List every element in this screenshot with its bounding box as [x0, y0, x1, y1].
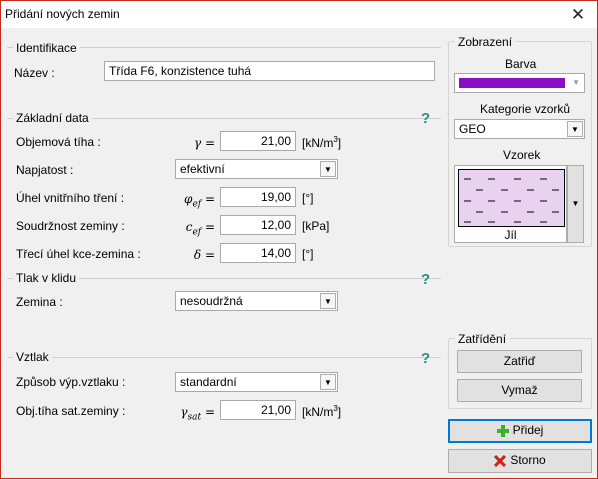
saturated-weight-unit: [kN/m3] [302, 404, 342, 419]
chevron-down-icon[interactable]: ▼ [320, 293, 336, 309]
stress-select[interactable]: efektivní ▼ [175, 159, 338, 179]
cohesion-label: Soudržnost zeminy : [16, 219, 125, 233]
unit-weight-input[interactable]: 21,00 [220, 131, 296, 151]
uplift-method-select[interactable]: standardní ▼ [175, 372, 338, 392]
title-bar: Přidání nových zemin ✕ [1, 1, 597, 28]
stress-label: Napjatost : [16, 163, 74, 177]
clay-pattern-icon [458, 169, 565, 227]
add-button[interactable]: Přidej [448, 419, 592, 443]
cohesion-symbol: cef = [185, 220, 215, 238]
uplift-method-label: Způsob výp.vztlaku : [16, 375, 126, 389]
friction-angle-input[interactable]: 19,00 [220, 187, 296, 207]
color-select[interactable]: ▼ [454, 73, 585, 93]
pattern-name: Jíl [504, 228, 517, 242]
structure-friction-unit: [°] [302, 247, 314, 261]
stress-select-value: efektivní [180, 162, 225, 176]
color-label: Barva [505, 57, 537, 71]
friction-angle-symbol: φef = [184, 192, 215, 210]
rest-soil-label: Zemina : [16, 295, 63, 309]
structure-friction-input[interactable]: 14,00 [220, 243, 296, 263]
uplift-divider [7, 357, 441, 358]
cohesion-unit: [kPa] [302, 219, 330, 233]
chevron-down-icon[interactable]: ▼ [320, 374, 336, 390]
basic-data-group-title: Základní data [13, 111, 92, 125]
saturated-weight-symbol: γsat = [180, 405, 215, 423]
pattern-dropdown-button[interactable]: ▼ [567, 165, 584, 243]
rest-soil-select-value: nesoudržná [180, 294, 243, 308]
uplift-help-icon[interactable]: ? [421, 350, 430, 367]
close-icon [494, 454, 507, 467]
add-button-label: Přidej [512, 423, 544, 437]
rest-pressure-help-icon[interactable]: ? [421, 271, 430, 288]
unit-weight-label: Objemová tíha : [16, 135, 101, 149]
uplift-group-title: Vztlak [13, 350, 52, 364]
dialog-window: Přidání nových zemin ✕ Identifikace Náze… [0, 0, 598, 479]
cohesion-input[interactable]: 12,00 [220, 215, 296, 235]
close-icon[interactable]: ✕ [563, 2, 593, 27]
cancel-button-label: Storno [510, 453, 546, 467]
unit-weight-symbol: γ = [193, 136, 215, 150]
classify-button[interactable]: Zatřiď [457, 350, 582, 373]
classification-group-title: Zatřídění [455, 332, 510, 346]
color-swatch [459, 78, 565, 88]
basic-data-help-icon[interactable]: ? [421, 110, 430, 127]
chevron-down-icon[interactable]: ▼ [320, 161, 336, 177]
cancel-button[interactable]: Storno [448, 449, 592, 473]
display-group-title: Zobrazení [455, 35, 516, 49]
window-title: Přidání nových zemin [5, 7, 120, 21]
sample-category-value: GEO [459, 122, 486, 136]
chevron-down-icon: ▼ [571, 199, 580, 208]
rest-pressure-group-title: Tlak v klidu [13, 271, 80, 285]
saturated-weight-label: Obj.tíha sat.zeminy : [16, 404, 126, 418]
friction-angle-unit: [°] [302, 191, 314, 205]
name-label: Název : [14, 66, 55, 80]
structure-friction-symbol: δ = [193, 248, 215, 262]
delete-classification-button[interactable]: Vymaž [457, 379, 582, 402]
structure-friction-label: Třecí úhel kce-zemina : [16, 247, 141, 261]
name-input[interactable]: Třída F6, konzistence tuhá [104, 61, 435, 81]
pattern-label: Vzorek [503, 148, 541, 162]
plus-icon [496, 424, 509, 437]
pattern-preview[interactable]: Jíl [454, 165, 567, 243]
unit-weight-unit: [kN/m3] [302, 135, 342, 150]
sample-category-select[interactable]: GEO ▼ [454, 119, 585, 139]
chevron-down-icon[interactable]: ▼ [572, 74, 580, 92]
friction-angle-label: Úhel vnitřního tření : [16, 191, 125, 205]
identification-group-title: Identifikace [13, 41, 80, 55]
sample-category-label: Kategorie vzorků [480, 102, 571, 116]
chevron-down-icon[interactable]: ▼ [567, 121, 583, 137]
uplift-method-select-value: standardní [180, 375, 237, 389]
rest-soil-select[interactable]: nesoudržná ▼ [175, 291, 338, 311]
saturated-weight-input[interactable]: 21,00 [220, 400, 296, 420]
